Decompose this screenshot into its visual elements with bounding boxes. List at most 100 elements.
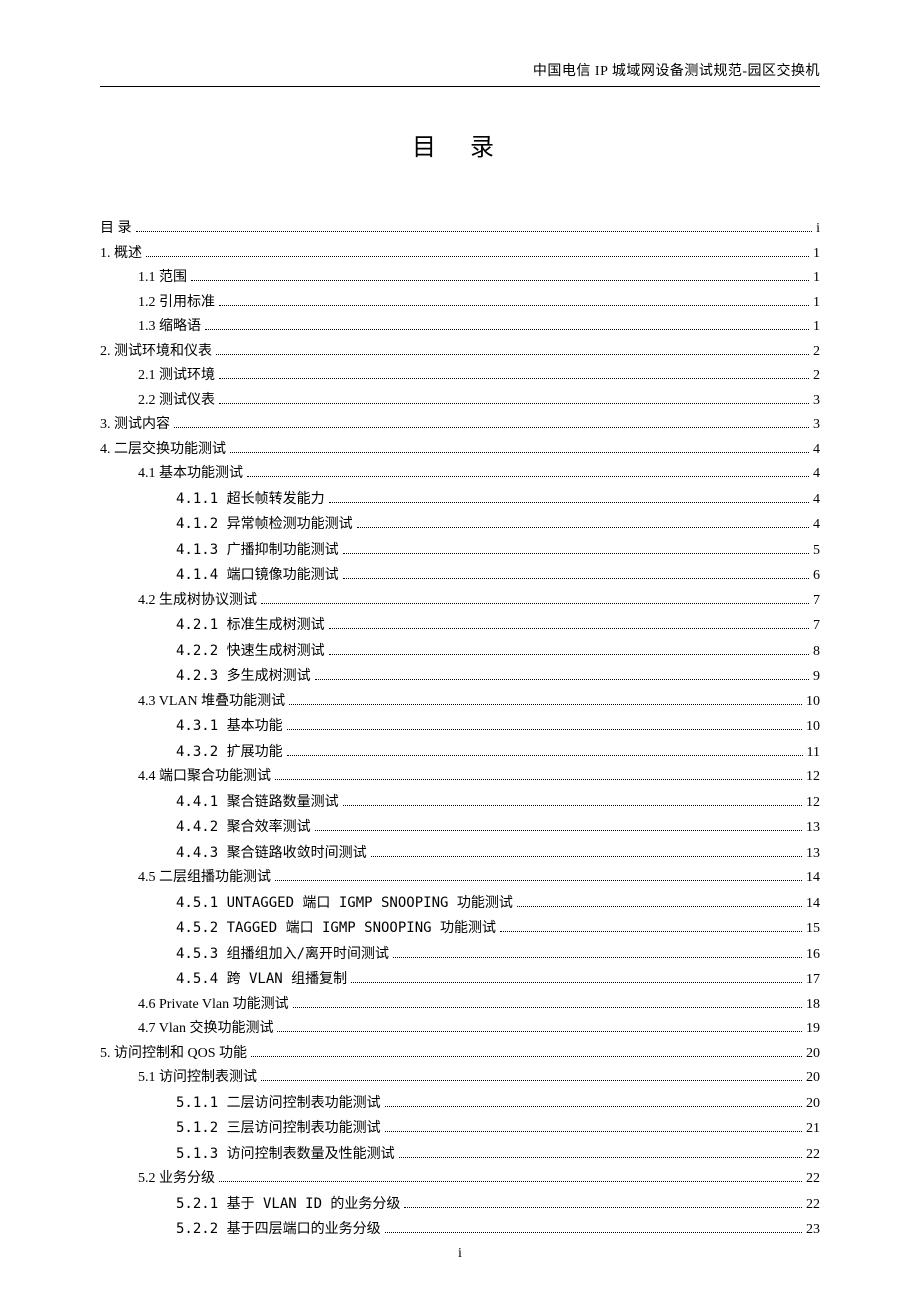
toc-entry[interactable]: 4.5.1 UNTAGGED 端口 IGMP SNOOPING 功能测试14 xyxy=(100,891,820,917)
toc-entry-label: 4.2.3 多生成树测试 xyxy=(176,664,311,689)
toc-entry[interactable]: 5.2 业务分级22 xyxy=(100,1167,820,1192)
toc-entry-page: 13 xyxy=(806,816,820,841)
toc-entry-page: 22 xyxy=(806,1193,820,1218)
toc-entry[interactable]: 4.3 VLAN 堆叠功能测试10 xyxy=(100,690,820,715)
toc-entry-label: 4.5.2 TAGGED 端口 IGMP SNOOPING 功能测试 xyxy=(176,916,496,941)
toc-entry[interactable]: 4.6 Private Vlan 功能测试18 xyxy=(100,993,820,1018)
toc-leader-dots xyxy=(174,417,809,428)
toc-entry-page: 14 xyxy=(806,892,820,917)
page: 中国电信 IP 城域网设备测试规范-园区交换机 目 录 目 录i1. 概述11.… xyxy=(0,0,920,1302)
toc-leader-dots xyxy=(287,719,802,730)
toc-entry-page: 22 xyxy=(806,1167,820,1192)
toc-entry[interactable]: 4.5.3 组播组加入/离开时间测试16 xyxy=(100,942,820,968)
toc-entry[interactable]: 1.2 引用标准1 xyxy=(100,291,820,316)
toc-entry-label: 5.2.1 基于 VLAN ID 的业务分级 xyxy=(176,1192,400,1217)
toc-leader-dots xyxy=(329,618,809,629)
toc-entry[interactable]: 4.7 Vlan 交换功能测试19 xyxy=(100,1017,820,1042)
toc-entry[interactable]: 5.1.2 三层访问控制表功能测试21 xyxy=(100,1116,820,1142)
toc-entry[interactable]: 4.1.1 超长帧转发能力4 xyxy=(100,487,820,513)
toc-leader-dots xyxy=(500,921,802,932)
toc-entry[interactable]: 5.1.1 二层访问控制表功能测试20 xyxy=(100,1091,820,1117)
toc-leader-dots xyxy=(136,221,813,232)
toc-entry[interactable]: 1. 概述1 xyxy=(100,242,820,267)
toc-entry-label: 4.3.2 扩展功能 xyxy=(176,740,283,765)
toc-entry-label: 4.1.3 广播抑制功能测试 xyxy=(176,538,339,563)
toc-leader-dots xyxy=(315,669,809,680)
toc-entry[interactable]: 2. 测试环境和仪表2 xyxy=(100,340,820,365)
toc-entry[interactable]: 4.3.2 扩展功能11 xyxy=(100,740,820,766)
toc-entry[interactable]: 4.4 端口聚合功能测试12 xyxy=(100,765,820,790)
toc-leader-dots xyxy=(277,1021,802,1032)
toc-entry[interactable]: 4.1.4 端口镜像功能测试6 xyxy=(100,563,820,589)
toc-entry-label: 4.3 VLAN 堆叠功能测试 xyxy=(138,690,285,715)
toc-entry-label: 4.6 Private Vlan 功能测试 xyxy=(138,993,289,1018)
toc-entry[interactable]: 5. 访问控制和 QOS 功能20 xyxy=(100,1042,820,1067)
table-of-contents: 目 录 i1. 概述11.1 范围11.2 引用标准11.3 缩略语12. 测试环… xyxy=(100,217,820,1243)
toc-entry-page: i xyxy=(816,217,820,242)
toc-leader-dots xyxy=(230,442,809,453)
toc-leader-dots xyxy=(351,972,802,983)
toc-entry[interactable]: 目 录i xyxy=(100,217,820,242)
toc-entry[interactable]: 4.5.2 TAGGED 端口 IGMP SNOOPING 功能测试15 xyxy=(100,916,820,942)
toc-entry[interactable]: 2.1 测试环境2 xyxy=(100,364,820,389)
toc-entry[interactable]: 4.4.1 聚合链路数量测试12 xyxy=(100,790,820,816)
toc-entry-label: 4.4.3 聚合链路收敛时间测试 xyxy=(176,841,367,866)
toc-entry-label: 4.7 Vlan 交换功能测试 xyxy=(138,1017,273,1042)
toc-entry-label: 4.2.2 快速生成树测试 xyxy=(176,639,325,664)
toc-entry[interactable]: 4.1.3 广播抑制功能测试5 xyxy=(100,538,820,564)
toc-leader-dots xyxy=(315,820,802,831)
toc-leader-dots xyxy=(343,543,809,554)
toc-leader-dots xyxy=(219,1171,802,1182)
toc-entry[interactable]: 5.2.2 基于四层端口的业务分级23 xyxy=(100,1217,820,1243)
toc-entry-label: 2.1 测试环境 xyxy=(138,364,215,389)
toc-entry-page: 12 xyxy=(806,765,820,790)
toc-entry-page: 16 xyxy=(806,943,820,968)
toc-entry-page: 9 xyxy=(813,665,820,690)
toc-entry[interactable]: 4.2.3 多生成树测试 9 xyxy=(100,664,820,690)
toc-leader-dots xyxy=(385,1222,802,1233)
toc-entry-page: 14 xyxy=(806,866,820,891)
toc-entry[interactable]: 1.3 缩略语1 xyxy=(100,315,820,340)
page-number: i xyxy=(0,1246,920,1262)
toc-entry[interactable]: 4.2.2 快速生成树测试8 xyxy=(100,639,820,665)
toc-entry[interactable]: 4.5.4 跨 VLAN 组播复制17 xyxy=(100,967,820,993)
toc-entry[interactable]: 5.1 访问控制表测试20 xyxy=(100,1066,820,1091)
toc-leader-dots xyxy=(371,846,802,857)
toc-entry-page: 7 xyxy=(813,589,820,614)
toc-entry-label: 4. 二层交换功能测试 xyxy=(100,438,226,463)
toc-entry[interactable]: 4.1.2 异常帧检测功能测试4 xyxy=(100,512,820,538)
toc-entry-page: 4 xyxy=(813,462,820,487)
toc-leader-dots xyxy=(517,896,802,907)
toc-leader-dots xyxy=(385,1096,802,1107)
toc-entry-label: 目 录 xyxy=(100,217,132,242)
toc-entry[interactable]: 4.1 基本功能测试 4 xyxy=(100,462,820,487)
toc-entry-label: 4.1.4 端口镜像功能测试 xyxy=(176,563,339,588)
toc-entry-page: 1 xyxy=(813,242,820,267)
toc-entry[interactable]: 4. 二层交换功能测试4 xyxy=(100,438,820,463)
toc-entry[interactable]: 4.3.1 基本功能10 xyxy=(100,714,820,740)
toc-entry[interactable]: 4.5 二层组播功能测试14 xyxy=(100,866,820,891)
toc-entry[interactable]: 4.4.3 聚合链路收敛时间测试 13 xyxy=(100,841,820,867)
toc-entry-label: 4.4.2 聚合效率测试 xyxy=(176,815,311,840)
toc-leader-dots xyxy=(275,870,802,881)
toc-entry[interactable]: 1.1 范围1 xyxy=(100,266,820,291)
page-title: 目 录 xyxy=(100,127,820,162)
toc-entry-label: 4.2 生成树协议测试 xyxy=(138,589,257,614)
toc-entry[interactable]: 5.1.3 访问控制表数量及性能测试22 xyxy=(100,1142,820,1168)
toc-leader-dots xyxy=(287,745,803,756)
toc-entry[interactable]: 2.2 测试仪表3 xyxy=(100,389,820,414)
toc-entry[interactable]: 4.2 生成树协议测试 7 xyxy=(100,589,820,614)
toc-entry[interactable]: 4.2.1 标准生成树测试7 xyxy=(100,613,820,639)
toc-entry-label: 4.1 基本功能测试 xyxy=(138,462,243,487)
toc-entry-label: 2. 测试环境和仪表 xyxy=(100,340,212,365)
toc-entry-page: 13 xyxy=(806,842,820,867)
toc-entry-page: 20 xyxy=(806,1066,820,1091)
toc-entry[interactable]: 5.2.1 基于 VLAN ID 的业务分级 22 xyxy=(100,1192,820,1218)
toc-leader-dots xyxy=(261,593,809,604)
toc-entry-page: 7 xyxy=(813,614,820,639)
toc-entry-label: 5.2.2 基于四层端口的业务分级 xyxy=(176,1217,381,1242)
toc-entry[interactable]: 3. 测试内容3 xyxy=(100,413,820,438)
toc-leader-dots xyxy=(329,492,809,503)
toc-leader-dots xyxy=(329,644,809,655)
toc-entry[interactable]: 4.4.2 聚合效率测试 13 xyxy=(100,815,820,841)
